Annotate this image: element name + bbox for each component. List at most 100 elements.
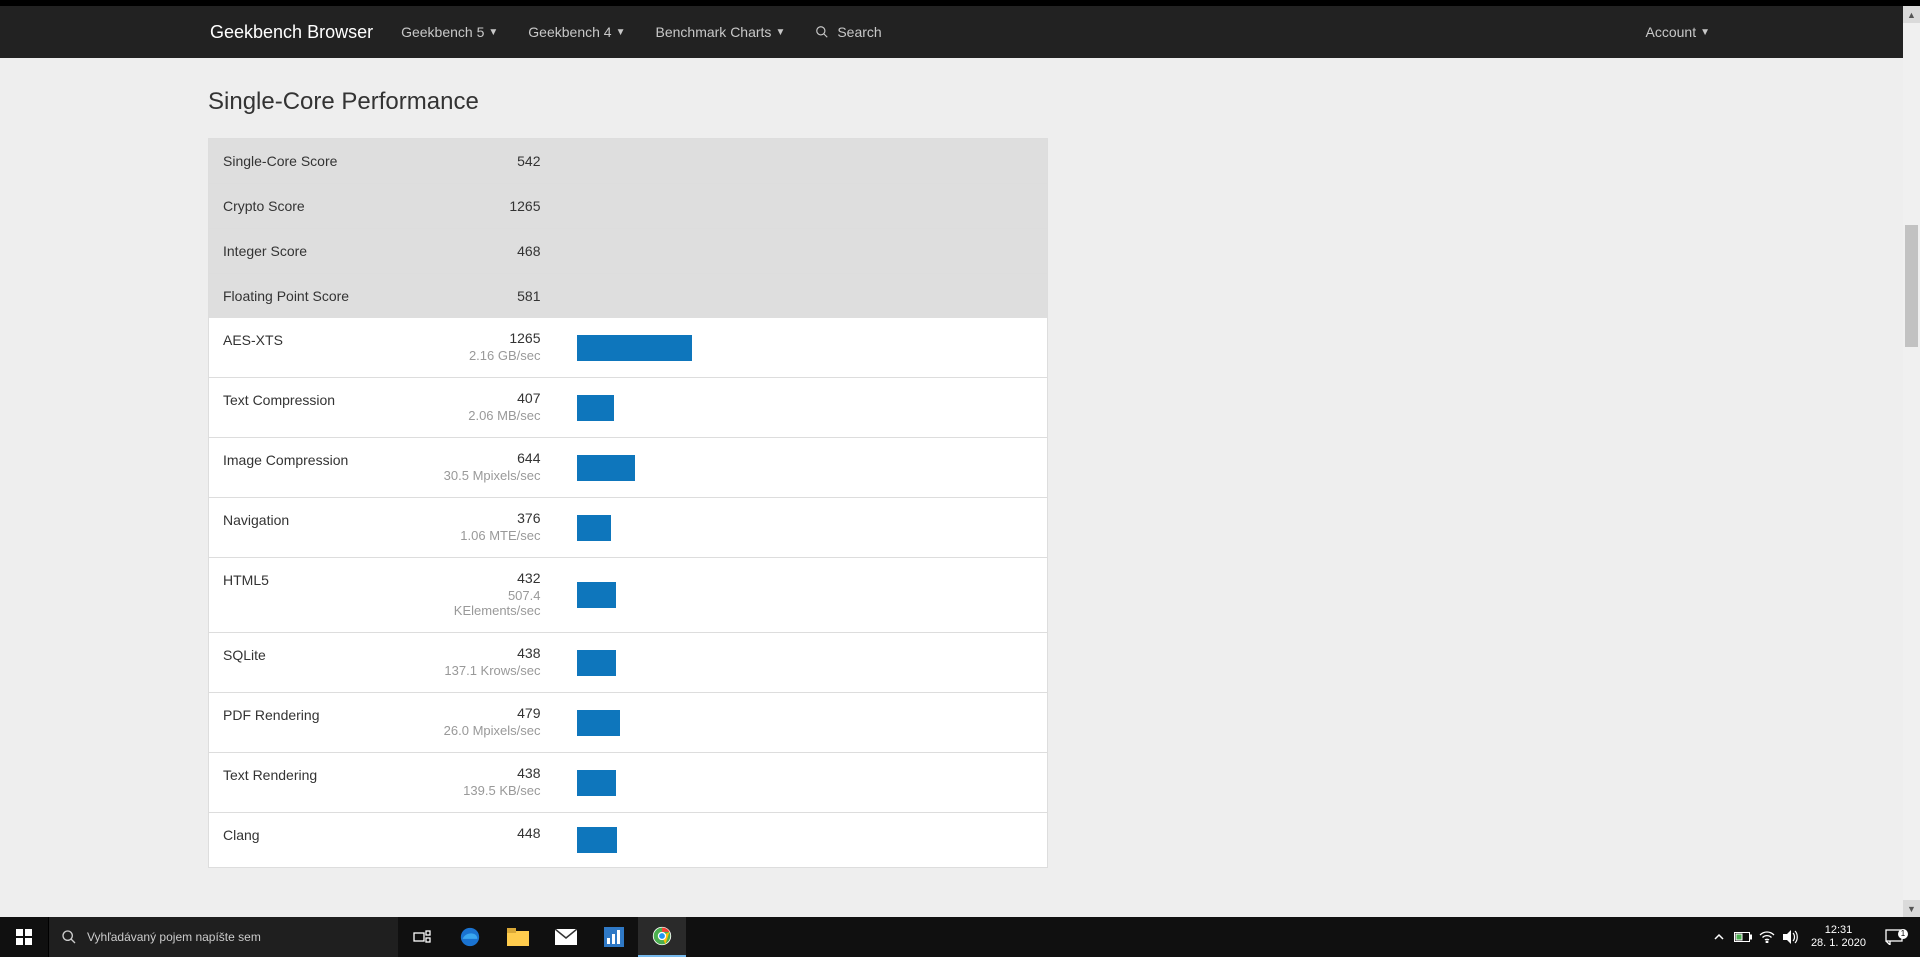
- bar-fill: [577, 770, 617, 796]
- benchmark-bar-cell: [559, 633, 1048, 693]
- summary-score: 1265: [429, 184, 559, 229]
- summary-label: Single-Core Score: [209, 139, 429, 184]
- benchmark-name: PDF Rendering: [209, 693, 429, 753]
- summary-row: Single-Core Score542: [209, 139, 1048, 184]
- benchmark-score: 407: [443, 390, 541, 406]
- benchmark-subscore: 507.4 KElements/sec: [443, 588, 541, 618]
- benchmark-score: 644: [443, 450, 541, 466]
- benchmark-score: 448: [443, 825, 541, 841]
- benchmark-score-cell: 1265 2.16 GB/sec: [429, 318, 559, 378]
- benchmark-name: SQLite: [209, 633, 429, 693]
- edge-icon: [459, 926, 481, 948]
- bar-fill: [577, 582, 616, 608]
- taskbar-app-chrome[interactable]: [638, 917, 686, 957]
- nav-item-label: Geekbench 5: [401, 24, 484, 40]
- taskbar-app-explorer[interactable]: [494, 917, 542, 957]
- bar-track: [577, 455, 1034, 481]
- summary-empty: [559, 229, 1048, 274]
- chevron-down-icon: ▼: [775, 27, 785, 38]
- summary-label: Floating Point Score: [209, 274, 429, 319]
- wifi-icon: [1759, 931, 1775, 943]
- scroll-track[interactable]: [1903, 23, 1920, 900]
- nav-geekbench5[interactable]: Geekbench 5 ▼: [401, 24, 498, 40]
- bar-fill: [577, 710, 621, 736]
- bar-fill: [577, 395, 614, 421]
- chart-icon: [604, 927, 624, 947]
- summary-empty: [559, 139, 1048, 184]
- taskbar-app-mail[interactable]: [542, 917, 590, 957]
- tray-overflow[interactable]: [1707, 932, 1731, 942]
- vertical-scrollbar[interactable]: ▲ ▼: [1903, 6, 1920, 917]
- chrome-icon: [652, 926, 672, 946]
- summary-empty: [559, 184, 1048, 229]
- bar-fill: [577, 650, 617, 676]
- summary-row: Crypto Score1265: [209, 184, 1048, 229]
- bar-track: [577, 335, 1034, 361]
- benchmark-row: Image Compression64430.5 Mpixels/sec: [209, 438, 1048, 498]
- scroll-up-button[interactable]: ▲: [1903, 6, 1920, 23]
- taskbar-search[interactable]: Vyhľadávaný pojem napíšte sem: [48, 917, 398, 957]
- benchmark-subscore: 137.1 Krows/sec: [443, 663, 541, 678]
- nav-item-label: Benchmark Charts: [656, 24, 772, 40]
- chevron-down-icon: ▼: [616, 27, 626, 38]
- windows-icon: [16, 929, 32, 945]
- bar-track: [577, 515, 1034, 541]
- nav-account[interactable]: Account ▼: [1646, 24, 1711, 40]
- folder-icon: [507, 928, 529, 946]
- scroll-thumb[interactable]: [1905, 225, 1918, 348]
- tray-battery[interactable]: [1731, 932, 1755, 942]
- summary-row: Floating Point Score581: [209, 274, 1048, 319]
- benchmark-bar-cell: [559, 378, 1048, 438]
- scroll-down-button[interactable]: ▼: [1903, 900, 1920, 917]
- taskbar-app-geekbench[interactable]: [590, 917, 638, 957]
- benchmark-score-cell: 3761.06 MTE/sec: [429, 498, 559, 558]
- task-view-button[interactable]: [398, 917, 446, 957]
- benchmark-score: 1265: [443, 330, 541, 346]
- benchmark-subscore: 139.5 KB/sec: [443, 783, 541, 798]
- benchmark-row: HTML5 432 507.4 KElements/sec: [209, 558, 1048, 633]
- nav-benchmark-charts[interactable]: Benchmark Charts ▼: [656, 24, 786, 40]
- benchmark-row: SQLite438137.1 Krows/sec: [209, 633, 1048, 693]
- tray-volume[interactable]: [1779, 930, 1803, 944]
- start-button[interactable]: [0, 917, 48, 957]
- tray-clock[interactable]: 12:31 28. 1. 2020: [1803, 924, 1874, 950]
- benchmark-score: 432: [443, 570, 541, 586]
- benchmark-subscore: 2.16 GB/sec: [443, 348, 541, 363]
- battery-icon: [1734, 932, 1752, 942]
- taskbar-app-edge[interactable]: [446, 917, 494, 957]
- benchmark-score-cell: 448: [429, 813, 559, 868]
- bar-track: [577, 710, 1034, 736]
- benchmark-subscore: 2.06 MB/sec: [443, 408, 541, 423]
- summary-score: 468: [429, 229, 559, 274]
- benchmark-bar-cell: [559, 498, 1048, 558]
- tray-wifi[interactable]: [1755, 931, 1779, 943]
- tray-time: 12:31: [1811, 924, 1866, 937]
- taskbar-search-placeholder: Vyhľadávaný pojem napíšte sem: [87, 930, 261, 944]
- benchmark-bar-cell: [559, 693, 1048, 753]
- brand[interactable]: Geekbench Browser: [210, 22, 373, 43]
- benchmark-name: HTML5: [209, 558, 429, 633]
- bar-fill: [577, 335, 692, 361]
- summary-score: 542: [429, 139, 559, 184]
- bar-track: [577, 827, 1034, 853]
- summary-label: Integer Score: [209, 229, 429, 274]
- search-icon: [61, 929, 77, 945]
- nav-geekbench4[interactable]: Geekbench 4 ▼: [528, 24, 625, 40]
- benchmark-score: 376: [443, 510, 541, 526]
- benchmark-row: PDF Rendering47926.0 Mpixels/sec: [209, 693, 1048, 753]
- task-view-icon: [413, 930, 431, 944]
- benchmark-score-cell: 438137.1 Krows/sec: [429, 633, 559, 693]
- volume-icon: [1783, 930, 1799, 944]
- bar-track: [577, 650, 1034, 676]
- bar-fill: [577, 455, 636, 481]
- nav-item-label: Account: [1646, 24, 1697, 40]
- benchmark-row: Text Compression4072.06 MB/sec: [209, 378, 1048, 438]
- benchmark-score-cell: 47926.0 Mpixels/sec: [429, 693, 559, 753]
- chevron-down-icon: ▼: [1700, 27, 1710, 38]
- system-tray: 12:31 28. 1. 2020 1: [1707, 917, 1920, 957]
- taskbar: Vyhľadávaný pojem napíšte sem: [0, 917, 1920, 957]
- benchmark-score: 479: [443, 705, 541, 721]
- nav-search[interactable]: Search: [815, 24, 881, 40]
- tray-notifications[interactable]: 1: [1874, 929, 1914, 945]
- benchmark-score: 438: [443, 765, 541, 781]
